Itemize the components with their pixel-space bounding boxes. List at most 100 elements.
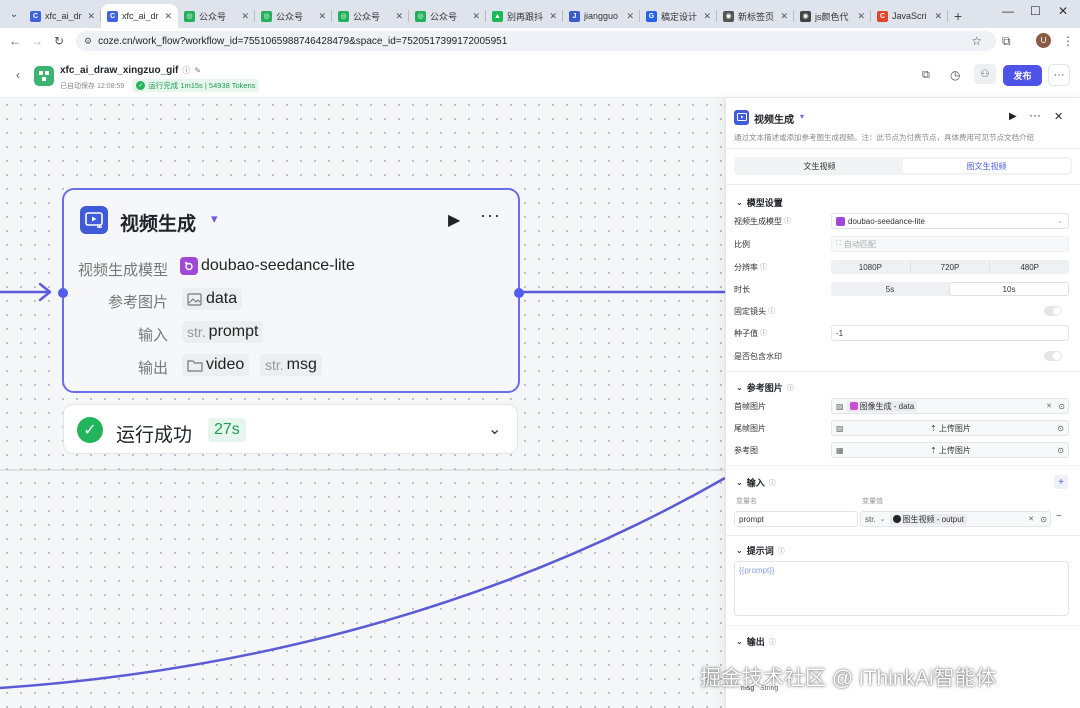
edit-icon[interactable]: ✎ (194, 66, 201, 75)
variable-picker-icon[interactable]: ⊙ (1057, 424, 1064, 433)
forward-icon[interactable]: → (26, 34, 48, 48)
reload-icon[interactable]: ↻ (48, 34, 70, 48)
run-status-badge[interactable]: ✓ 运行完成 1m15s | 54938 Tokens (132, 79, 260, 92)
input-port[interactable] (58, 288, 68, 298)
success-check-icon: ✓ (77, 417, 103, 443)
resolution-option[interactable]: 1080P (831, 260, 911, 274)
duration-option[interactable]: 10s (949, 282, 1069, 296)
variable-picker-icon[interactable]: ⊙ (1057, 446, 1064, 455)
panel-more-icon[interactable]: ··· (1029, 108, 1041, 122)
duration-option-selected[interactable]: 5s (831, 282, 949, 296)
tab-favicon-icon: ▲ (492, 10, 503, 22)
paid-gem-icon: ▾ (211, 211, 218, 226)
model-section-header[interactable]: ⌄ 模型设置 (726, 196, 783, 209)
video-generation-node[interactable]: 视频生成 ▾ ▶ ··· 视频生成模型 doubao-seedance-lite… (58, 188, 524, 393)
expand-chevron-icon[interactable]: ⌄ (488, 419, 501, 439)
site-info-icon[interactable]: ⚙ (84, 36, 92, 47)
run-result-bar[interactable]: ✓ 运行成功 27s ⌄ (63, 404, 518, 454)
copy-icon[interactable]: ⧉ (922, 69, 930, 82)
browser-tab[interactable]: G 稿定设计 ✕ (640, 4, 717, 28)
browser-menu-icon[interactable]: ⋮ (1062, 34, 1074, 48)
browser-tab[interactable]: Cxfc_ai_dr ✕ (24, 4, 101, 28)
info-icon[interactable]: ⓘ (182, 65, 190, 76)
tab-close-icon[interactable]: ✕ (395, 11, 403, 22)
tab-close-icon[interactable]: ✕ (626, 11, 634, 22)
collaborators-icon[interactable]: ⚇ (974, 64, 996, 84)
publish-button[interactable]: 发布 (1003, 65, 1042, 86)
resolution-option-selected[interactable]: 480P (990, 260, 1069, 274)
minimize-icon[interactable]: — (1002, 4, 1014, 18)
extensions-icon[interactable]: ⧉ (1002, 34, 1011, 49)
new-tab-button[interactable]: + (948, 4, 968, 28)
seed-input[interactable]: -1 (831, 325, 1069, 341)
browser-tab[interactable]: ◎ 公众号 ✕ (178, 4, 255, 28)
collapse-chevron-icon: ⌄ (736, 478, 743, 487)
input-value-field[interactable]: str. ⌄ 图生视频 - output ✕ ⊙ (860, 511, 1051, 527)
type-select[interactable]: str. (865, 515, 876, 524)
upload-button[interactable]: ⇡ 上传图片 (844, 445, 1058, 456)
resolution-option[interactable]: 720P (911, 260, 991, 274)
clear-icon[interactable]: ✕ (1028, 515, 1034, 523)
browser-tab[interactable]: Jjiangguo ✕ (563, 4, 640, 28)
remove-input-icon[interactable]: − (1056, 511, 1062, 522)
browser-tab[interactable]: ◎ 公众号 ✕ (255, 4, 332, 28)
tab-search-icon[interactable]: ⌄ (4, 3, 24, 25)
back-icon[interactable]: ← (4, 34, 26, 48)
model-label: 视频生成模型 (734, 216, 782, 226)
maximize-icon[interactable]: ☐ (1030, 4, 1041, 18)
prompt-textarea[interactable]: {{prompt}} (734, 561, 1069, 616)
bookmark-star-icon[interactable]: ☆ (971, 34, 982, 48)
browser-tab[interactable]: Cxfc_ai_dr ✕ (101, 4, 178, 28)
add-input-button[interactable]: + (1054, 475, 1068, 489)
tab-close-icon[interactable]: ✕ (164, 11, 172, 22)
first-frame-field[interactable]: ▨ 图像生成 - data ✕ ⊙ (831, 398, 1069, 414)
model-select[interactable]: doubao-seedance-lite ⌄ (831, 213, 1069, 229)
variable-picker-icon[interactable]: ⊙ (1040, 515, 1047, 524)
run-node-icon[interactable]: ▶ (448, 210, 460, 230)
tab-text-to-video[interactable]: 文生视频 (736, 159, 903, 173)
history-icon[interactable]: ◷ (950, 68, 960, 82)
first-frame-row: 首帧图片 ▨ 图像生成 - data ✕ ⊙ (734, 398, 1074, 414)
more-menu-button[interactable]: ··· (1048, 64, 1070, 86)
profile-avatar[interactable]: U (1036, 33, 1051, 48)
seed-label: 种子值 (734, 328, 758, 338)
browser-tab[interactable]: ▲ 别再跟抖 ✕ (486, 4, 563, 28)
browser-tab[interactable]: ◉ js颜色代 ✕ (794, 4, 871, 28)
back-chevron-icon[interactable]: ‹ (16, 68, 20, 82)
browser-tab[interactable]: ◉ 新标签页 ✕ (717, 4, 794, 28)
node-more-icon[interactable]: ··· (480, 205, 501, 226)
clear-icon[interactable]: ✕ (1046, 402, 1052, 410)
ref-image-upload[interactable]: ▦ ⇡ 上传图片 ⊙ (831, 442, 1069, 458)
autosave-status: 已自动保存 12:08:59 (60, 82, 125, 90)
output-section-header[interactable]: ⌄ 输出 ⓘ (726, 635, 776, 648)
tab-close-icon[interactable]: ✕ (857, 11, 865, 22)
panel-close-icon[interactable]: ✕ (1054, 110, 1063, 123)
tab-close-icon[interactable]: ✕ (472, 11, 480, 22)
tab-close-icon[interactable]: ✕ (318, 11, 326, 22)
panel-run-icon[interactable]: ▶ (1009, 111, 1017, 122)
tab-close-icon[interactable]: ✕ (934, 11, 942, 22)
input-name-field[interactable]: prompt (734, 511, 858, 527)
close-window-icon[interactable]: ✕ (1058, 4, 1068, 18)
last-frame-upload[interactable]: ▨ ⇡ 上传图片 ⊙ (831, 420, 1069, 436)
tab-image-to-video[interactable]: 图文生视频 (903, 159, 1070, 173)
prompt-section-header[interactable]: ⌄ 提示词 ⓘ (726, 544, 785, 557)
tab-close-icon[interactable]: ✕ (87, 11, 95, 22)
ref-section-header[interactable]: ⌄ 参考图片 ⓘ (726, 381, 794, 394)
input-section-header[interactable]: ⌄ 输入 ⓘ (726, 476, 776, 489)
variable-picker-icon[interactable]: ⊙ (1058, 402, 1065, 411)
tab-close-icon[interactable]: ✕ (241, 11, 249, 22)
output-port[interactable] (514, 288, 524, 298)
tab-close-icon[interactable]: ✕ (703, 11, 711, 22)
ratio-select[interactable]: ⛶ 自动匹配 (831, 236, 1069, 252)
browser-tab[interactable]: C JavaScri ✕ (871, 4, 948, 28)
browser-tab[interactable]: ◎ 公众号 ✕ (332, 4, 409, 28)
fixed-camera-toggle[interactable] (1044, 306, 1062, 316)
aspect-icon: ⛶ (836, 240, 841, 247)
upload-button[interactable]: ⇡ 上传图片 (844, 423, 1058, 434)
tab-close-icon[interactable]: ✕ (780, 11, 788, 22)
browser-tab[interactable]: ◎ 公众号 ✕ (409, 4, 486, 28)
tab-close-icon[interactable]: ✕ (549, 11, 557, 22)
watermark-toggle[interactable] (1044, 351, 1062, 361)
url-field[interactable]: ⚙ coze.cn/work_flow?workflow_id=75510659… (76, 31, 996, 51)
